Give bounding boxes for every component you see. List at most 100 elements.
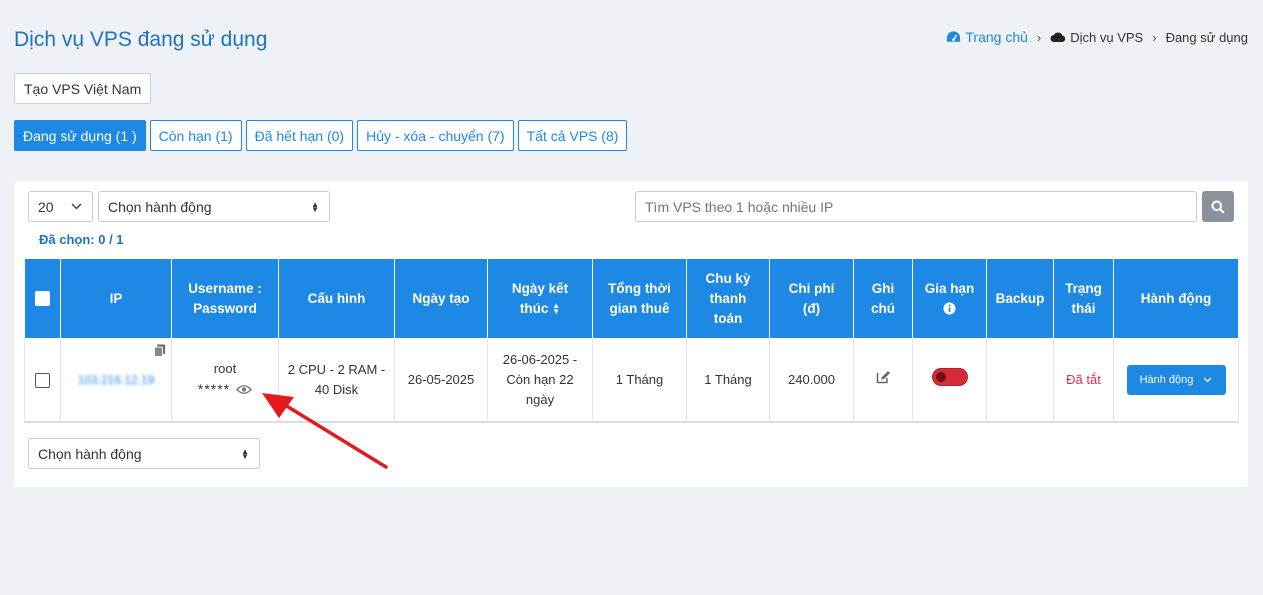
header-backup: Backup — [986, 258, 1054, 339]
header-total-line: gian thuê — [609, 300, 670, 316]
row-checkbox[interactable] — [35, 372, 50, 388]
cost-cell: 240.000 — [769, 338, 854, 423]
row-select-cell — [24, 338, 61, 423]
tab-all[interactable]: Tất cả VPS (8) — [517, 120, 628, 151]
userpass-cell: root ***** — [171, 338, 279, 423]
auto-renew-toggle[interactable] — [931, 367, 968, 386]
chevron-down-icon — [1203, 377, 1212, 383]
password-mask: ***** — [197, 381, 231, 398]
vps-list-card: 20 Chọn hành động ▲▼ Đã chọn: 0 / 1 IP U… — [14, 181, 1248, 487]
sort-arrows-icon: ▲ ▼ — [241, 446, 249, 461]
header-status: Trạng thái — [1053, 258, 1114, 339]
create-vps-button[interactable]: Tạo VPS Việt Nam — [14, 73, 152, 104]
edit-icon[interactable] — [876, 370, 891, 384]
select-all-checkbox[interactable] — [35, 291, 50, 307]
note-cell — [853, 338, 913, 423]
tab-in-use[interactable]: Đang sử dụng (1 ) — [14, 120, 146, 151]
breadcrumb-home-label[interactable]: Trang chủ — [965, 29, 1028, 45]
config-cell: 2 CPU - 2 RAM - 40 Disk — [278, 338, 395, 423]
end-cell: 26-06-2025 - Còn hạn 22 ngày — [487, 338, 593, 423]
ip-cell: 103.216.12.19 — [60, 338, 172, 423]
ip-search-input[interactable] — [635, 191, 1197, 222]
tab-expired[interactable]: Đã hết hạn (0) — [245, 120, 354, 151]
header-renew-label: Gia hạn — [924, 280, 975, 296]
header-status-line: thái — [1071, 300, 1096, 316]
search-button[interactable] — [1202, 191, 1234, 222]
renew-cell — [912, 338, 987, 423]
ip-link[interactable]: 103.216.12.19 — [78, 373, 155, 387]
header-cost: Chi phí (đ) — [769, 258, 854, 339]
header-total: Tổng thời gian thuê — [592, 258, 687, 339]
header-end-line: Ngày kết — [511, 280, 569, 296]
header-cost-line: (đ) — [802, 300, 821, 316]
config-line: 40 Disk — [314, 381, 359, 397]
chevron-down-icon — [71, 203, 82, 210]
breadcrumb-vps[interactable]: Dịch vụ VPS — [1050, 30, 1143, 45]
header-cost-line: Chi phí — [788, 280, 835, 296]
row-action-button[interactable]: Hành động — [1126, 364, 1226, 395]
header-userpass-line: Username : — [188, 280, 262, 296]
username-text: root — [213, 361, 237, 377]
page-size-select[interactable]: 20 — [28, 191, 93, 222]
action-cell: Hành động — [1113, 338, 1239, 423]
search-icon — [1211, 200, 1225, 214]
status-tabs: Đang sử dụng (1 ) Còn hạn (1) Đã hết hạn… — [14, 120, 628, 151]
header-renew: Gia hạn — [912, 258, 987, 339]
copy-icon[interactable] — [154, 344, 166, 357]
chevron-right-icon: › — [1036, 29, 1042, 45]
password-field: ***** — [197, 379, 253, 399]
end-line: 26-06-2025 - — [502, 351, 578, 367]
header-note-line: chú — [870, 300, 895, 316]
config-line: 2 CPU - 2 RAM - — [287, 361, 386, 377]
header-action: Hành động — [1113, 258, 1239, 339]
status-badge: Đã tắt — [1066, 371, 1101, 387]
bottom-action-select-value: Chọn hành động — [38, 445, 142, 462]
created-cell: 26-05-2025 — [394, 338, 488, 423]
info-icon[interactable] — [943, 302, 956, 315]
eye-icon[interactable] — [236, 384, 253, 395]
header-cycle-line: Chu kỳ — [705, 270, 751, 286]
backup-cell — [986, 338, 1054, 423]
header-note-line: Ghi — [871, 280, 895, 296]
header-select-all — [24, 258, 61, 339]
row-action-label: Hành động — [1139, 373, 1194, 386]
breadcrumb-home[interactable]: Trang chủ — [946, 29, 1028, 45]
header-end[interactable]: Ngày kết thúc ▲ ▼ — [487, 258, 593, 339]
sort-icon[interactable]: ▲ ▼ — [552, 301, 560, 315]
bottom-action-select[interactable]: Chọn hành động ▲ ▼ — [28, 438, 260, 469]
end-line: Còn hạn 22 — [506, 371, 574, 387]
selected-count: Đã chọn: 0 / 1 — [39, 232, 124, 247]
total-cell: 1 Tháng — [592, 338, 687, 423]
dashboard-icon — [947, 31, 961, 42]
action-select-value: Chọn hành động — [108, 198, 212, 215]
status-cell: Đã tắt — [1053, 338, 1114, 423]
action-select[interactable]: Chọn hành động ▲ ▼ — [98, 191, 330, 222]
sort-arrows-icon: ▲ ▼ — [311, 199, 319, 214]
header-userpass: Username : Password — [171, 258, 279, 339]
table-header-row: IP Username : Password Cấu hình Ngày tạo … — [24, 258, 1239, 339]
header-cycle: Chu kỳ thanh toán — [686, 258, 770, 339]
header-cycle-line: toán — [713, 310, 743, 326]
cycle-cell: 1 Tháng — [686, 338, 770, 423]
tab-cancelled[interactable]: Hủy - xóa - chuyển (7) — [357, 120, 514, 151]
header-note: Ghi chú — [853, 258, 913, 339]
breadcrumb: Trang chủ › Dịch vụ VPS › Đang sử dụng — [946, 29, 1248, 45]
header-ip: IP — [60, 258, 172, 339]
chevron-right-icon: › — [1152, 29, 1157, 45]
table-row: 103.216.12.19 root ***** 2 CPU - 2 RAM -… — [24, 338, 1239, 423]
header-config: Cấu hình — [278, 258, 395, 339]
header-userpass-line: Password — [193, 300, 257, 316]
vps-table: IP Username : Password Cấu hình Ngày tạo … — [24, 258, 1239, 423]
tab-valid[interactable]: Còn hạn (1) — [149, 120, 242, 151]
header-created: Ngày tạo — [394, 258, 488, 339]
page-title: Dịch vụ VPS đang sử dụng — [14, 28, 268, 51]
end-line: ngày — [525, 391, 555, 407]
header-cycle-line: thanh — [709, 290, 747, 306]
breadcrumb-current: Đang sử dụng — [1165, 29, 1248, 45]
header-end-line: thúc — [519, 300, 549, 316]
cloud-icon — [1050, 32, 1066, 42]
breadcrumb-vps-label[interactable]: Dịch vụ VPS — [1070, 30, 1143, 45]
header-status-line: Trạng — [1065, 280, 1102, 296]
header-total-line: Tổng thời — [608, 280, 671, 296]
page-size-value: 20 — [38, 198, 54, 215]
